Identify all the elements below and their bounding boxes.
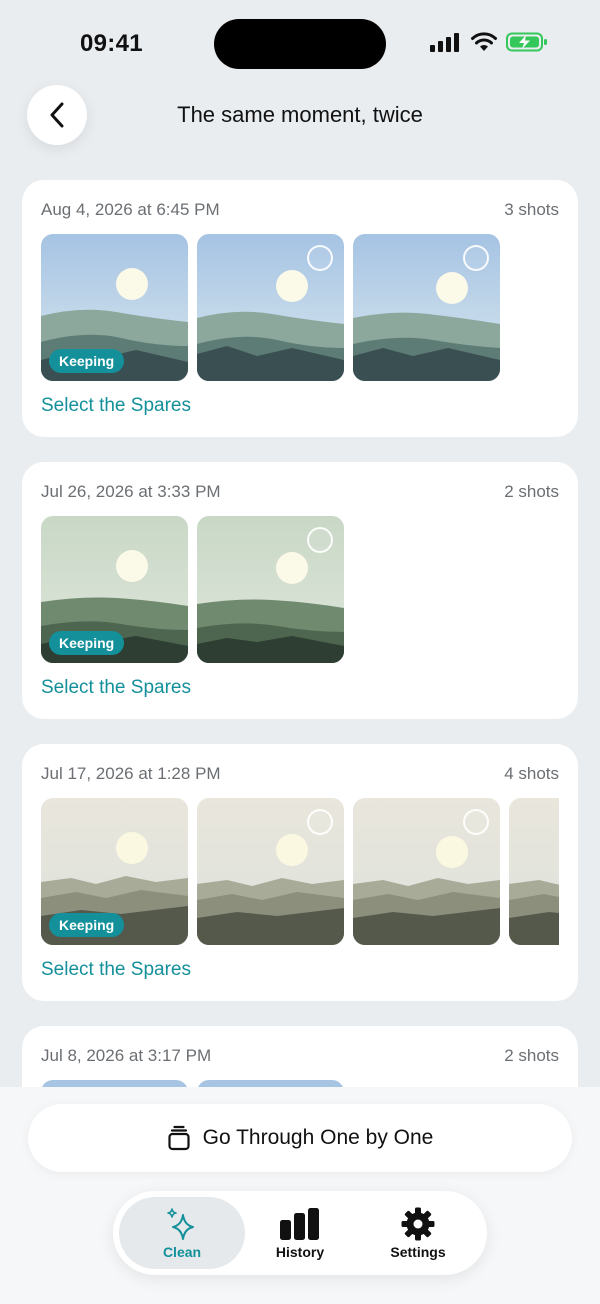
group-date: Jul 17, 2026 at 1:28 PM	[41, 764, 221, 783]
wifi-icon	[471, 32, 497, 51]
group-shot-count: 4 shots	[504, 764, 559, 783]
photo-thumbnail[interactable]	[197, 798, 344, 945]
keeping-badge: Keeping	[49, 631, 125, 655]
bar-chart-icon	[280, 1208, 319, 1240]
select-circle[interactable]	[463, 245, 489, 271]
select-circle[interactable]	[307, 245, 333, 271]
select-circle[interactable]	[307, 527, 333, 553]
status-bar: 09:41	[0, 0, 600, 80]
stack-icon	[168, 1125, 190, 1151]
photo-thumbnail[interactable]: Keeping	[41, 516, 188, 663]
keeping-badge: Keeping	[49, 913, 125, 937]
select-circle[interactable]	[307, 809, 333, 835]
select-spares-button[interactable]: Select the Spares	[41, 677, 191, 699]
thumbnail-row: Keeping	[41, 234, 559, 382]
go-through-one-by-one-button[interactable]: Go Through One by One	[28, 1104, 572, 1172]
thumbnail-row: Keeping	[41, 798, 559, 946]
tab-clean[interactable]: Clean	[119, 1197, 245, 1269]
one-by-one-label: Go Through One by One	[202, 1126, 434, 1149]
select-spares-button[interactable]: Select the Spares	[41, 959, 191, 981]
tab-settings[interactable]: Settings	[355, 1197, 481, 1269]
select-circle[interactable]	[463, 809, 489, 835]
keeping-badge: Keeping	[49, 349, 125, 373]
group-shot-count: 2 shots	[504, 1046, 559, 1065]
battery-charging-icon	[506, 32, 547, 52]
page-title: The same moment, twice	[177, 102, 423, 127]
photo-group-card: Jul 17, 2026 at 1:28 PM 4 shots Keeping	[22, 744, 578, 1001]
thumbnail-row: Keeping	[41, 516, 559, 664]
cellular-signal-icon	[430, 33, 459, 52]
tab-bar: Clean History Settings	[113, 1191, 487, 1275]
tab-label: History	[275, 1244, 325, 1260]
photo-thumbnail[interactable]	[509, 798, 559, 945]
landscape-photo	[509, 798, 559, 945]
group-date: Jul 26, 2026 at 3:33 PM	[41, 482, 221, 501]
group-shot-count: 3 shots	[504, 200, 559, 219]
sparkles-icon	[167, 1208, 194, 1240]
tab-history[interactable]: History	[237, 1197, 363, 1269]
photo-thumbnail[interactable]	[197, 516, 344, 663]
group-date: Aug 4, 2026 at 6:45 PM	[41, 200, 220, 219]
photo-group-card: Jul 26, 2026 at 3:33 PM 2 shots Keeping	[22, 462, 578, 719]
tab-label: Settings	[390, 1244, 446, 1260]
photo-thumbnail[interactable]: Keeping	[41, 798, 188, 945]
tab-label: Clean	[162, 1244, 202, 1260]
status-time: 09:41	[80, 30, 143, 57]
group-shot-count: 2 shots	[504, 482, 559, 501]
gear-icon	[401, 1207, 435, 1241]
dynamic-island	[214, 19, 386, 69]
photo-thumbnail[interactable]	[353, 234, 500, 381]
photo-thumbnail[interactable]	[353, 798, 500, 945]
status-icons	[430, 32, 548, 52]
select-spares-button[interactable]: Select the Spares	[41, 395, 191, 417]
photo-group-card: Aug 4, 2026 at 6:45 PM 3 shots Keeping S…	[22, 180, 578, 437]
photo-thumbnail[interactable]	[197, 234, 344, 381]
group-date: Jul 8, 2026 at 3:17 PM	[41, 1046, 212, 1065]
photo-thumbnail[interactable]: Keeping	[41, 234, 188, 381]
